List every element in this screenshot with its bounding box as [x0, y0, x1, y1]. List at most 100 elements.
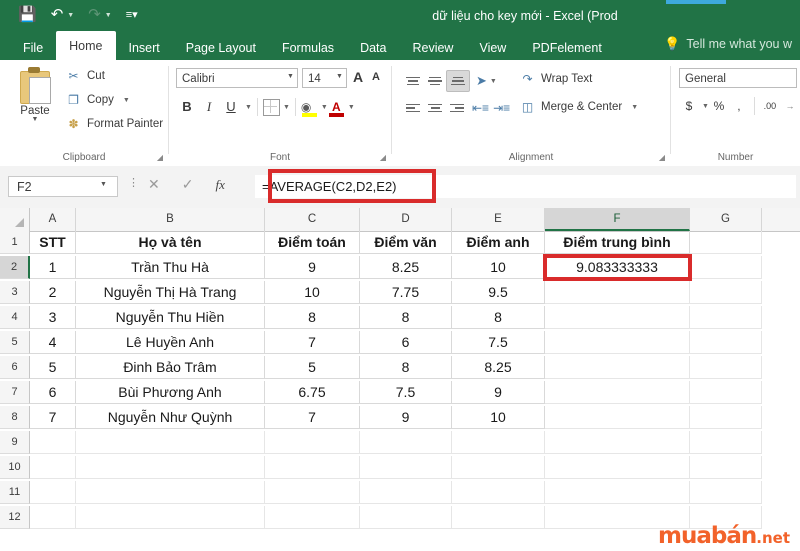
column-header-c[interactable]: C	[265, 208, 360, 231]
row-header-5[interactable]: 5	[0, 331, 30, 354]
paste-dropdown-icon[interactable]: ▼	[8, 116, 62, 123]
font-dialog-launcher-icon[interactable]: ◢	[380, 153, 386, 162]
cell-G9[interactable]	[690, 431, 762, 454]
cell-B9[interactable]	[76, 431, 265, 454]
cell-F7[interactable]	[545, 381, 690, 404]
row-header-9[interactable]: 9	[0, 431, 30, 454]
cell-A9[interactable]	[30, 431, 76, 454]
name-box-dropdown-icon[interactable]: ▼	[100, 181, 107, 188]
cell-B6[interactable]: Đinh Bảo Trâm	[76, 356, 265, 379]
cell-E7[interactable]: 9	[452, 381, 545, 404]
row-header-2[interactable]: 2	[0, 256, 30, 279]
cell-B7[interactable]: Bùi Phương Anh	[76, 381, 265, 404]
row-header-8[interactable]: 8	[0, 406, 30, 429]
borders-icon[interactable]	[262, 98, 280, 116]
cell-G11[interactable]	[690, 481, 762, 504]
cell-E1[interactable]: Điểm anh	[452, 231, 545, 254]
wrap-text-button[interactable]: ↷ Wrap Text	[520, 72, 592, 86]
column-header-b[interactable]: B	[76, 208, 265, 231]
cell-D3[interactable]: 7.75	[360, 281, 452, 304]
cell-E10[interactable]	[452, 456, 545, 479]
tell-me-box[interactable]: 💡 Tell me what you w	[664, 36, 792, 52]
decrease-indent-icon[interactable]: ⇤≡	[472, 101, 489, 115]
cell-C12[interactable]	[265, 506, 360, 529]
tab-pdfelement[interactable]: PDFelement	[519, 35, 614, 60]
cell-B12[interactable]	[76, 506, 265, 529]
tab-file[interactable]: File	[10, 35, 56, 60]
orientation-dropdown-icon[interactable]: ▼	[490, 78, 497, 85]
column-header-e[interactable]: E	[452, 208, 545, 231]
cell-C10[interactable]	[265, 456, 360, 479]
cell-B5[interactable]: Lê Huyền Anh	[76, 331, 265, 354]
currency-dropdown-icon[interactable]: ▼	[702, 103, 709, 110]
cell-F10[interactable]	[545, 456, 690, 479]
cell-G7[interactable]	[690, 381, 762, 404]
cell-B10[interactable]	[76, 456, 265, 479]
enter-icon[interactable]: ✓	[182, 176, 194, 193]
bold-button[interactable]: B	[176, 96, 198, 118]
row-header-11[interactable]: 11	[0, 481, 30, 504]
cell-E5[interactable]: 7.5	[452, 331, 545, 354]
shrink-font-button[interactable]: A	[372, 71, 380, 83]
cell-G10[interactable]	[690, 456, 762, 479]
cell-C5[interactable]: 7	[265, 331, 360, 354]
cell-E2[interactable]: 10	[452, 256, 545, 279]
cell-E6[interactable]: 8.25	[452, 356, 545, 379]
cell-A11[interactable]	[30, 481, 76, 504]
cell-B1[interactable]: Họ và tên	[76, 231, 265, 254]
insert-function-icon[interactable]: fx	[215, 177, 224, 193]
tab-review[interactable]: Review	[399, 35, 466, 60]
cell-D4[interactable]: 8	[360, 306, 452, 329]
align-bottom-button[interactable]	[446, 70, 470, 92]
column-header-f[interactable]: F	[545, 208, 690, 231]
cell-E3[interactable]: 9.5	[452, 281, 545, 304]
tab-insert[interactable]: Insert	[116, 35, 173, 60]
italic-button[interactable]: I	[198, 96, 220, 118]
row-header-1[interactable]: 1	[0, 231, 30, 254]
cell-B8[interactable]: Nguyễn Như Quỳnh	[76, 406, 265, 429]
grow-font-button[interactable]: A	[353, 69, 363, 85]
cell-F11[interactable]	[545, 481, 690, 504]
row-header-6[interactable]: 6	[0, 356, 30, 379]
row-header-3[interactable]: 3	[0, 281, 30, 304]
row-header-7[interactable]: 7	[0, 381, 30, 404]
cell-G3[interactable]	[690, 281, 762, 304]
cell-D2[interactable]: 8.25	[360, 256, 452, 279]
select-all-corner[interactable]	[0, 208, 30, 231]
cell-G6[interactable]	[690, 356, 762, 379]
comma-button[interactable]: ,	[729, 96, 749, 116]
tab-home[interactable]: Home	[56, 31, 116, 60]
orientation-icon[interactable]: ➤	[476, 73, 487, 89]
cell-A1[interactable]: STT	[30, 231, 76, 254]
cell-B2[interactable]: Trần Thu Hà	[76, 256, 265, 279]
cell-B3[interactable]: Nguyễn Thị Hà Trang	[76, 281, 265, 304]
cell-D8[interactable]: 9	[360, 406, 452, 429]
align-left-button[interactable]	[402, 98, 424, 118]
cell-A6[interactable]: 5	[30, 356, 76, 379]
cell-G8[interactable]	[690, 406, 762, 429]
number-format-select[interactable]: General	[679, 68, 797, 88]
cell-E4[interactable]: 8	[452, 306, 545, 329]
cell-B4[interactable]: Nguyễn Thu Hiền	[76, 306, 265, 329]
increase-indent-icon[interactable]: ⇥≡	[493, 101, 510, 115]
cell-A3[interactable]: 2	[30, 281, 76, 304]
merge-center-button[interactable]: ◫ Merge & Center ▼	[520, 100, 638, 114]
cell-C1[interactable]: Điểm toán	[265, 231, 360, 254]
cell-D1[interactable]: Điểm văn	[360, 231, 452, 254]
cell-A2[interactable]: 1	[30, 256, 76, 279]
cell-D5[interactable]: 6	[360, 331, 452, 354]
cell-F4[interactable]	[545, 306, 690, 329]
cell-E9[interactable]	[452, 431, 545, 454]
tab-data[interactable]: Data	[347, 35, 399, 60]
row-header-10[interactable]: 10	[0, 456, 30, 479]
align-center-button[interactable]	[424, 98, 446, 118]
clipboard-dialog-launcher-icon[interactable]: ◢	[157, 153, 163, 162]
percent-button[interactable]: %	[709, 96, 729, 116]
cell-F6[interactable]	[545, 356, 690, 379]
tab-page-layout[interactable]: Page Layout	[173, 35, 269, 60]
borders-dropdown-icon[interactable]: ▼	[283, 104, 290, 111]
tab-formulas[interactable]: Formulas	[269, 35, 347, 60]
align-middle-button[interactable]	[424, 71, 446, 91]
row-header-12[interactable]: 12	[0, 506, 30, 529]
cell-B11[interactable]	[76, 481, 265, 504]
